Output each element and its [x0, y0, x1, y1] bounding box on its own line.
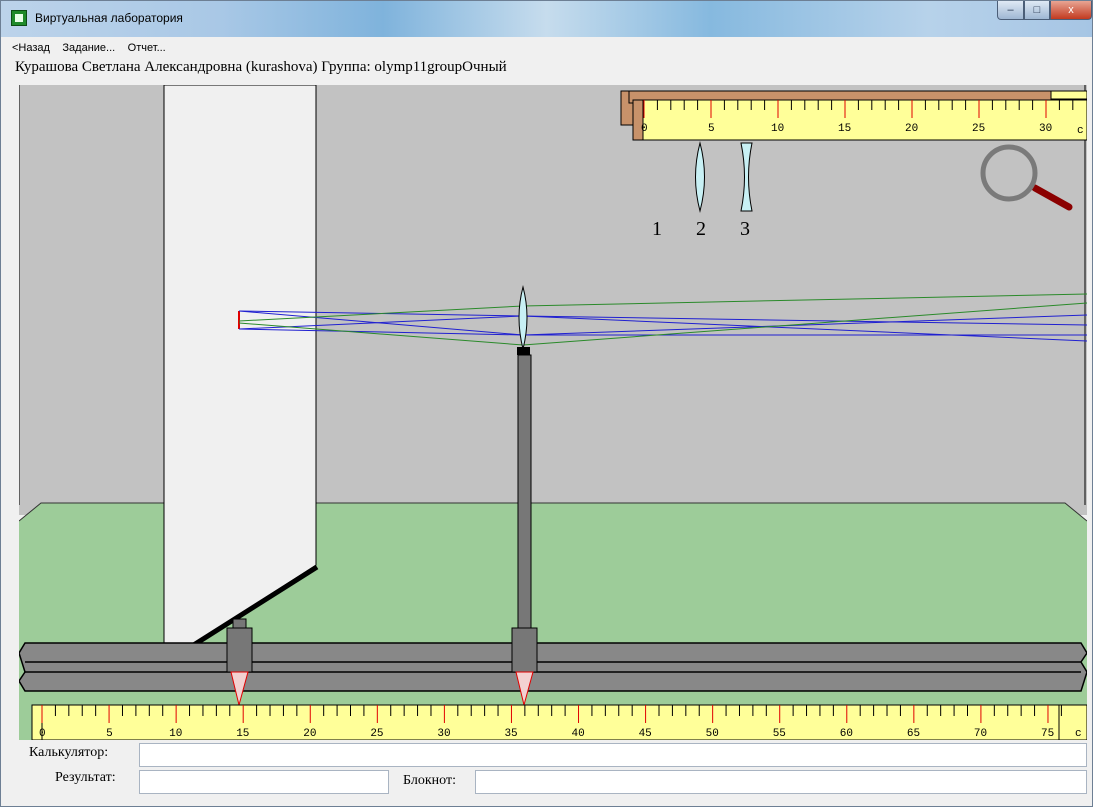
lens-label-3[interactable]: 3 — [740, 218, 750, 240]
bottom-panel: Калькулятор: Результат: Блокнот: — [19, 740, 1087, 800]
window-title: Виртуальная лаборатория — [35, 11, 183, 25]
user-info: Курашова Светлана Александровна (kurasho… — [15, 59, 507, 75]
ruler-label: 50 — [706, 728, 719, 740]
ruler-label: 20 — [905, 123, 918, 135]
ruler-label: 40 — [572, 728, 585, 740]
calculator-label: Калькулятор: — [29, 745, 109, 760]
notepad-label: Блокнот: — [403, 773, 456, 788]
lab-scene: 0 5 10 15 20 25 30 35 40 45 50 55 60 65 70 75 c 0 5 10 15 2… — [19, 85, 1087, 740]
screen[interactable] — [163, 85, 317, 664]
bench-ruler-unit: c — [1075, 728, 1082, 740]
result-field[interactable] — [139, 770, 389, 794]
ruler-label: 35 — [504, 728, 517, 740]
ruler-label: 0 — [641, 123, 648, 135]
result-label: Результат: — [55, 770, 116, 785]
ruler-label: 5 — [106, 728, 113, 740]
ruler-label: 30 — [1039, 123, 1052, 135]
ruler-label: 60 — [840, 728, 853, 740]
bench-ruler: 0 5 10 15 20 25 30 35 40 45 50 55 60 65 70 75 c — [31, 704, 1087, 740]
menu-task[interactable]: Задание... — [59, 39, 118, 54]
ruler-label: 45 — [639, 728, 652, 740]
notepad-field[interactable] — [475, 770, 1087, 794]
menu-back[interactable]: <Назад — [9, 39, 53, 54]
optical-bench-rail — [19, 642, 1087, 692]
ruler-label: 10 — [169, 728, 182, 740]
ruler-label: 55 — [773, 728, 786, 740]
app-icon — [11, 10, 27, 26]
ruler-label: 70 — [974, 728, 987, 740]
ruler-label: 5 — [708, 123, 715, 135]
measuring-ruler[interactable]: 0 5 10 15 20 25 30 c — [620, 90, 1087, 141]
lens-holder — [517, 347, 530, 355]
ruler-label: 20 — [303, 728, 316, 740]
lens-label-1[interactable]: 1 — [652, 218, 662, 240]
lens-label-2[interactable]: 2 — [696, 218, 706, 240]
ruler-label: 25 — [370, 728, 383, 740]
ruler-label: 10 — [771, 123, 784, 135]
ruler-label: 30 — [437, 728, 450, 740]
close-button[interactable]: x — [1050, 1, 1092, 20]
ruler-label: 25 — [972, 123, 985, 135]
ruler-label: 15 — [838, 123, 851, 135]
minimize-button[interactable]: – — [997, 1, 1024, 20]
maximize-button[interactable]: □ — [1024, 1, 1050, 20]
ruler-label: 15 — [236, 728, 249, 740]
menu-bar: <Назад Задание... Отчет... — [9, 38, 1085, 58]
ruler-label: 0 — [39, 728, 46, 740]
title-bar[interactable]: Виртуальная лаборатория – □ x — [1, 1, 1092, 37]
ruler-label: 65 — [907, 728, 920, 740]
calculator-input[interactable] — [139, 743, 1087, 767]
app-window: Виртуальная лаборатория – □ x <Назад Зад… — [0, 0, 1093, 807]
menu-report[interactable]: Отчет... — [125, 39, 169, 54]
ruler-label: 75 — [1041, 728, 1054, 740]
screen-carriage[interactable] — [226, 627, 253, 673]
lens-carriage[interactable] — [511, 627, 538, 673]
lens-post — [517, 354, 532, 631]
lab-canvas: 0 5 10 15 20 25 30 35 40 45 50 55 60 65 70 75 c 0 5 10 15 2… — [19, 85, 1087, 740]
top-ruler-unit: c — [1077, 125, 1084, 137]
